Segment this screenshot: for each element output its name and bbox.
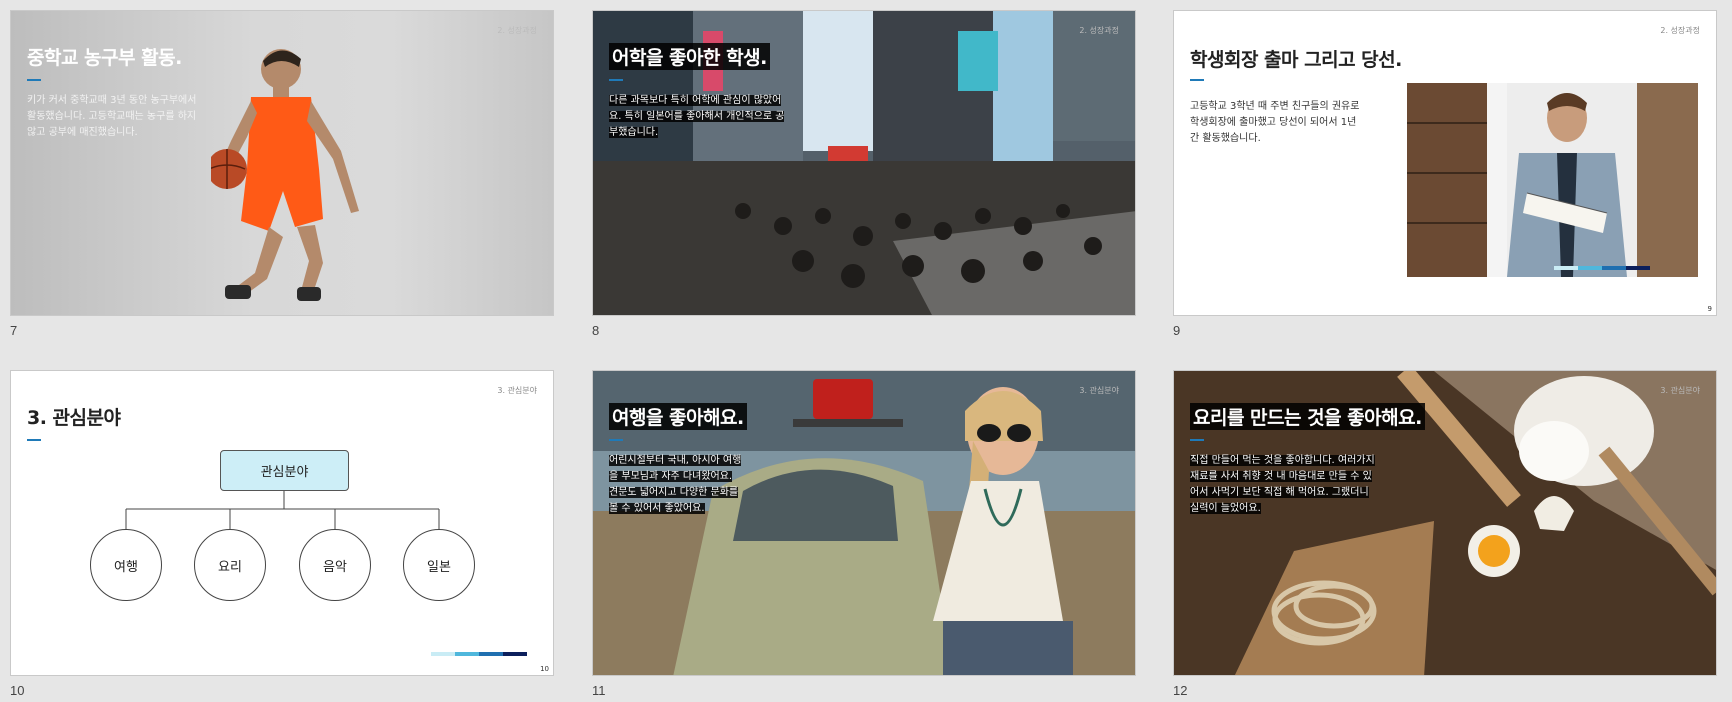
interest-travel-node: 여행 [90,529,162,601]
slide-thumbnail-9[interactable]: 2. 성장과정 학생회장 출마 그리고 당선. 고등학교 3학년 때 주변 친구… [1173,10,1717,316]
accent-bar-3 [479,652,503,656]
slide-body: 고등학교 3학년 때 주변 친구들의 권유로 학생회장에 출마했고 당선이 되어… [1190,101,1360,144]
slide-thumbnail-8[interactable]: 2. 성장과정 어학을 좋아한 학생. 다른 과목보다 특히 어학에 관심이 많… [592,10,1136,316]
slide-number: 12 [1173,683,1188,698]
slide-thumbnail-11[interactable]: 3. 관심분야 여행을 좋아해요. 어린시절부터 국내, 아시아 여행 을 부모… [592,370,1136,676]
section-tag: 3. 관심분야 [1660,386,1700,395]
section-tag: 3. 관심분야 [1079,386,1119,395]
title-underline [609,79,623,81]
slide-body: 직접 만들어 먹는 것을 좋아합니다. 여러가지 재료를 사서 취향 것 내 마… [1190,455,1375,514]
section-tag: 2. 성장과정 [1660,26,1700,35]
interest-japan-node: 일본 [403,529,475,601]
accent-bar-4 [503,652,527,656]
tree-connectors [125,491,440,529]
slide-thumbnail-7[interactable]: 2. 성장과정 중학교 농구부 활동. 키가 커서 중학교때 3년 동안 농구부… [10,10,554,316]
accent-bar-2 [455,652,479,656]
page-number: 9 [1707,305,1712,313]
section-tag: 2. 성장과정 [1079,26,1119,35]
accent-bar-4 [1626,266,1650,270]
accent-bar-1 [431,652,455,656]
title-underline [27,79,41,81]
slide-body: 키가 커서 중학교때 3년 동안 농구부에서 활동했습니다. 고등학교때는 농구… [27,95,197,138]
slide-thumbnail-10[interactable]: 3. 관심분야 3. 관심분야 관심분야 여행 요리 음악 일본 10 [10,370,554,676]
slide-number: 9 [1173,323,1181,338]
slide-number: 11 [592,683,606,698]
slide-title: 학생회장 출마 그리고 당선. [1190,49,1402,71]
section-tag: 2. 성장과정 [497,26,537,35]
slide-body: 어린시절부터 국내, 아시아 여행 을 부모님과 자주 다녀왔어요. 견문도 넓… [609,455,742,514]
slide-thumbnail-12[interactable]: 3. 관심분야 요리를 만드는 것을 좋아해요. 직접 만들어 먹는 것을 좋아… [1173,370,1717,676]
slide-title: 요리를 만드는 것을 좋아해요. [1190,403,1425,430]
slide-body: 다른 과목보다 특히 어학에 관심이 많았어 요. 특히 일본어를 좋아해서 개… [609,95,785,138]
accent-bar-2 [1578,266,1602,270]
title-underline [1190,439,1204,441]
student-reading-image [1407,83,1698,277]
title-underline [609,439,623,441]
slide-title: 어학을 좋아한 학생. [609,43,770,70]
accent-bar-1 [1554,266,1578,270]
slide-title: 중학교 농구부 활동. [27,47,182,69]
interest-cooking-node: 요리 [194,529,266,601]
slide-title: 여행을 좋아해요. [609,403,747,430]
page-number: 10 [540,665,549,673]
basketball-player-image [211,49,359,301]
slide-number: 10 [10,683,25,698]
accent-bar-3 [1602,266,1626,270]
slide-number: 8 [592,323,600,338]
slide-number: 7 [10,323,18,338]
interest-root-box: 관심분야 [220,450,349,491]
interest-music-node: 음악 [299,529,371,601]
title-underline [1190,79,1204,81]
